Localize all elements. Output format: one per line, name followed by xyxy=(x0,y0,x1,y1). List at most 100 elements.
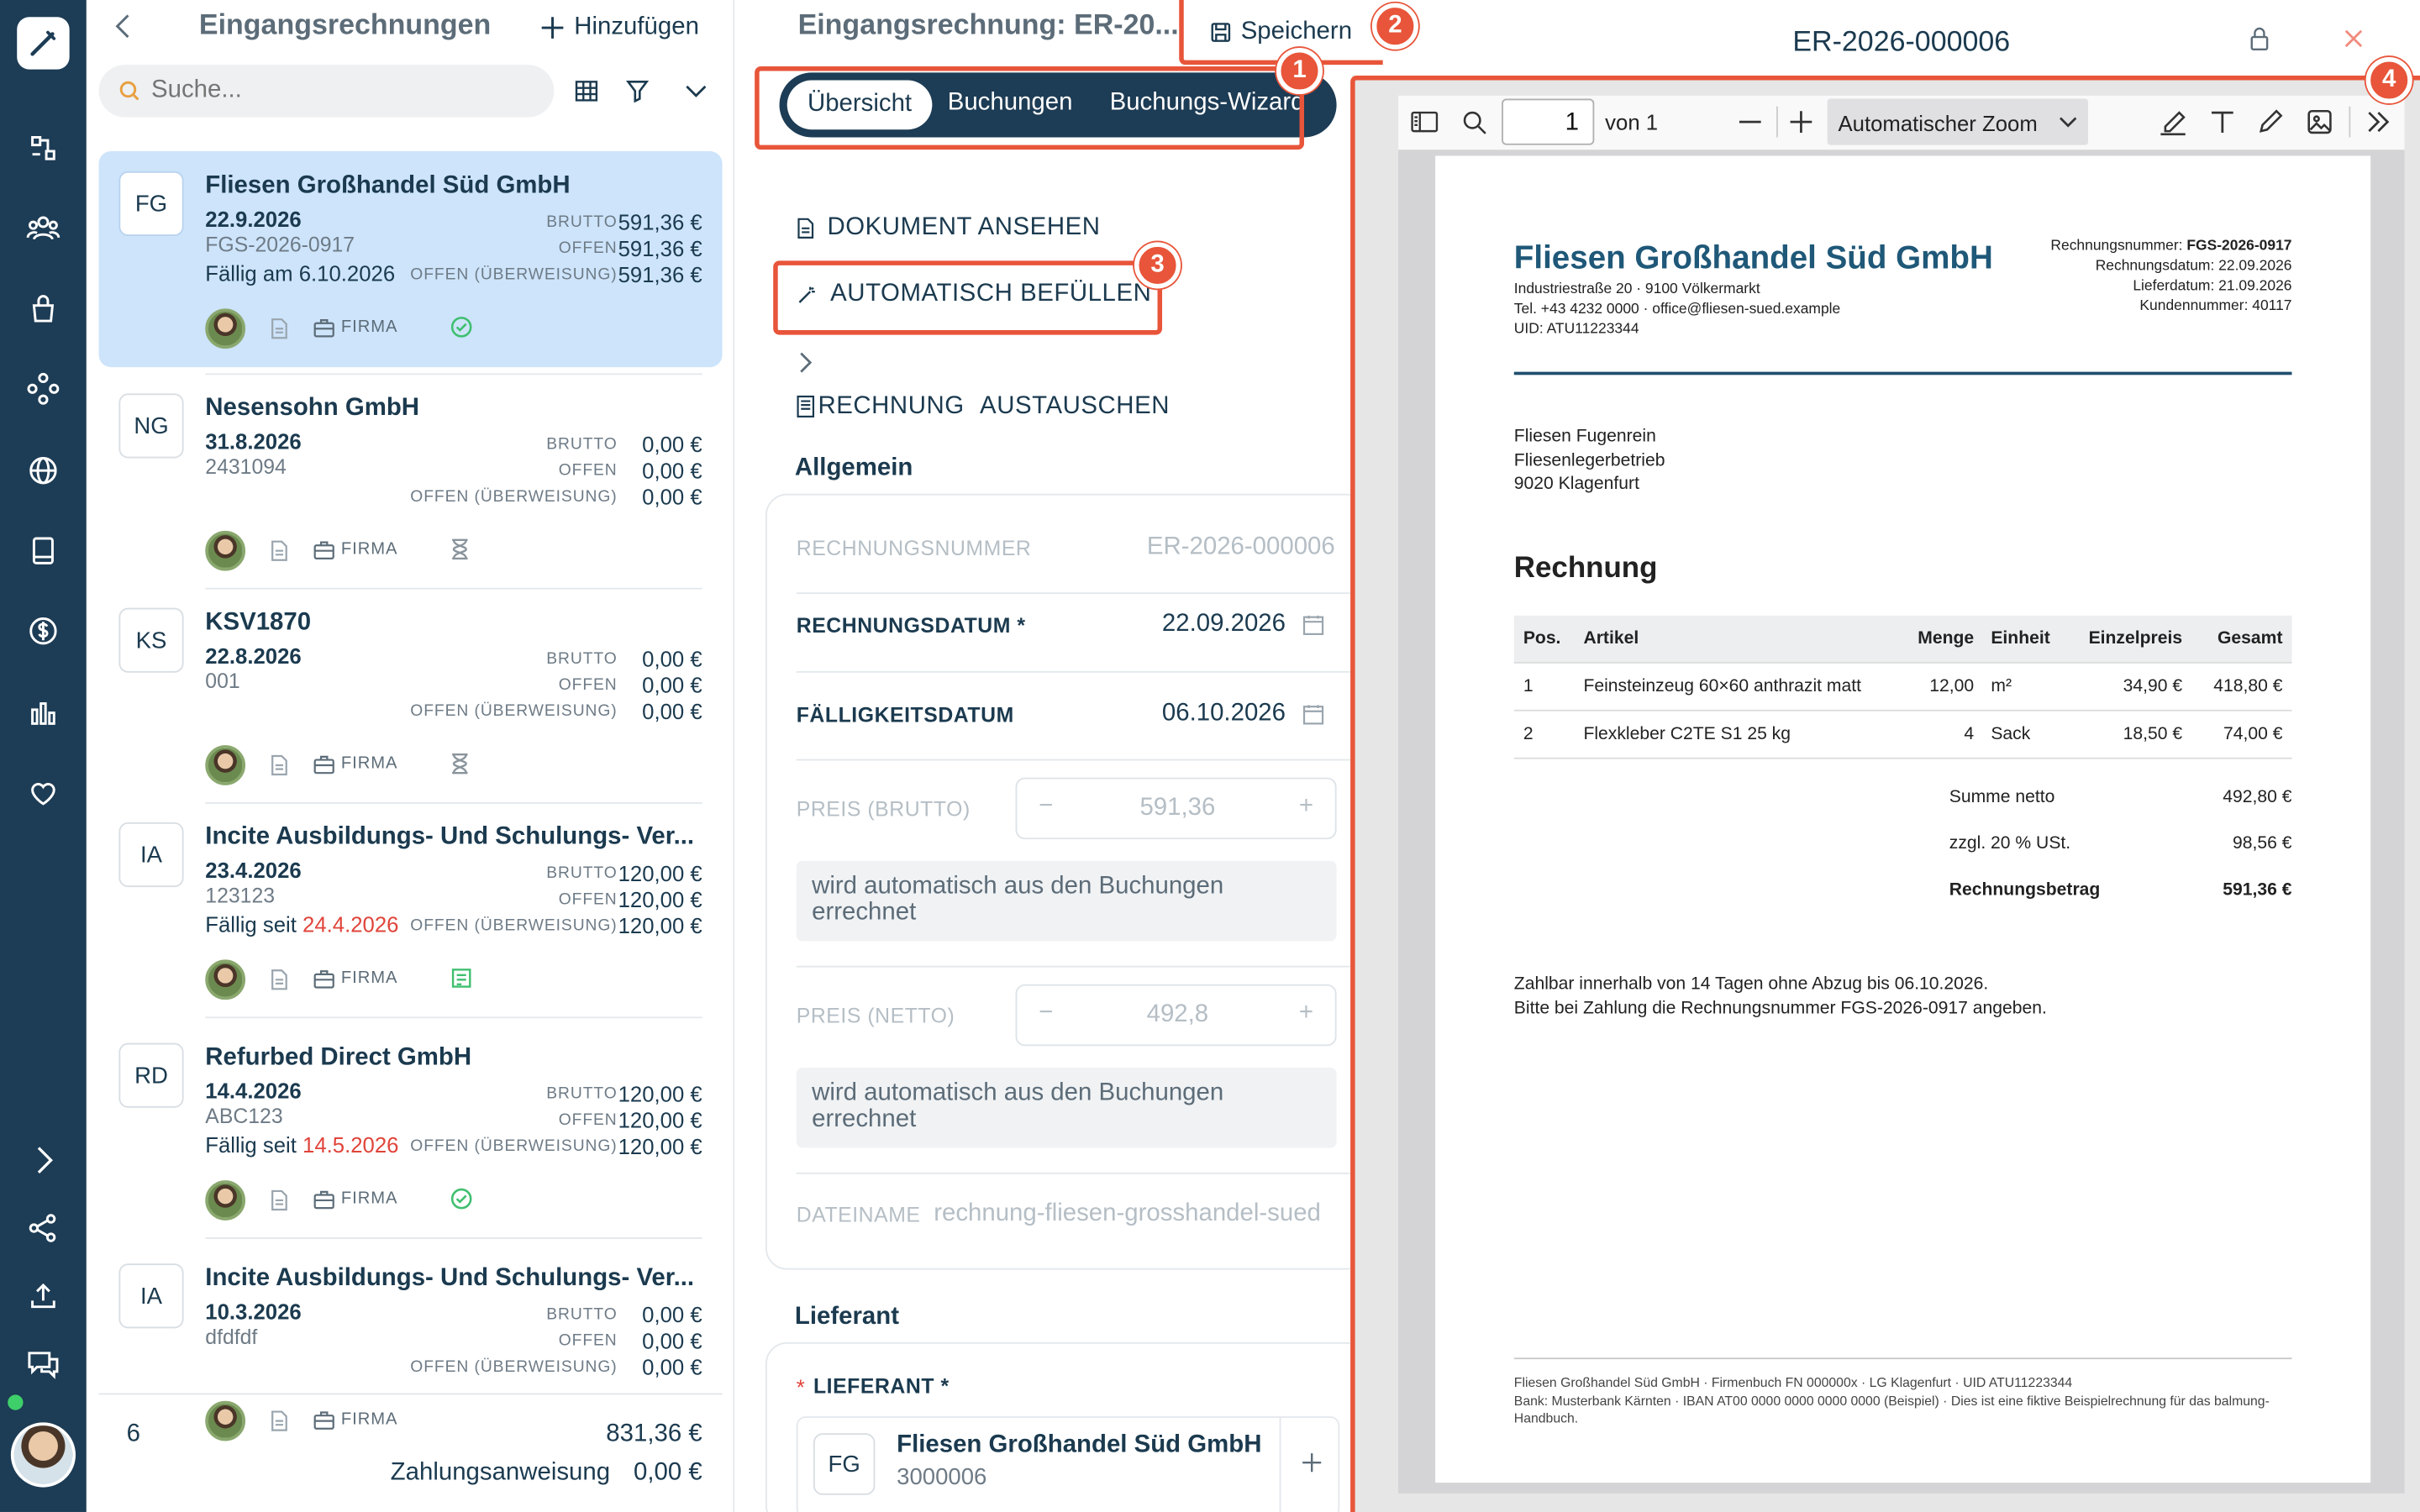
plus-icon: + xyxy=(1298,1000,1314,1026)
due-prefix: Fällig seit xyxy=(205,1132,303,1158)
add-supplier-icon[interactable] xyxy=(1301,1452,1323,1473)
replace-label-2: AUSTAUSCHEN xyxy=(980,393,1171,420)
briefcase-icon xyxy=(313,970,334,989)
expand-icon[interactable] xyxy=(22,1138,65,1181)
amount-ueberweisung: 0,00 € xyxy=(642,699,702,724)
amount-brutto: 0,00 € xyxy=(642,646,702,671)
add-invoice-button[interactable]: Hinzufügen xyxy=(540,11,699,45)
amount-label-offen: OFFEN xyxy=(558,1110,618,1130)
invoice-card[interactable]: RD Refurbed Direct GmbH 14.4.2026 ABC123 Fäl… xyxy=(99,1023,723,1239)
invoice-number: FGS-2026-0917 xyxy=(205,233,355,256)
dollar-icon[interactable] xyxy=(22,609,65,652)
user-avatar[interactable] xyxy=(10,1422,76,1488)
invoice-date: 22.8.2026 xyxy=(205,643,302,669)
invoice-number: ABC123 xyxy=(205,1105,283,1128)
due-date-input[interactable]: 06.10.2026 xyxy=(1162,701,1286,728)
category-tag: FIRMA xyxy=(340,754,398,774)
modules-icon[interactable] xyxy=(22,367,65,410)
supplier-number: 3000006 xyxy=(897,1464,987,1491)
search-field[interactable] xyxy=(98,65,555,118)
amount-label-offen: OFFEN xyxy=(558,239,618,258)
category-tag: FIRMA xyxy=(340,1189,398,1209)
company-monogram: IA xyxy=(118,1263,184,1329)
upload-icon[interactable] xyxy=(22,1274,65,1317)
invoice-date-input[interactable]: 22.09.2026 xyxy=(1162,611,1286,638)
close-icon[interactable] xyxy=(2343,28,2365,50)
divider xyxy=(796,965,1366,968)
due-info: Fällig seit 14.5.2026 xyxy=(205,1132,398,1157)
replace-invoice-button[interactable]: RECHNUNG AUSTAUSCHEN xyxy=(797,392,1170,423)
total-amount: 831,36 € xyxy=(606,1420,702,1447)
annotation-badge-3: 3 xyxy=(1134,242,1181,289)
share-icon[interactable] xyxy=(22,1206,65,1249)
amount-brutto: 591,36 € xyxy=(618,209,702,235)
view-document-label: DOKUMENT ANSEHEN xyxy=(827,214,1101,241)
invoice-number-value: ER-2026-000006 xyxy=(1146,533,1335,560)
invoice-card[interactable]: FG Fliesen Großhandel Süd GmbH 22.9.2026 FG… xyxy=(98,150,723,368)
hourglass-icon xyxy=(450,538,469,560)
calendar-icon[interactable] xyxy=(1302,704,1324,726)
app-logo[interactable] xyxy=(17,17,70,70)
annotation-frame-4 xyxy=(1350,75,2420,1512)
book-icon[interactable] xyxy=(22,529,65,572)
invoice-date: 14.4.2026 xyxy=(205,1078,302,1104)
amount-offen: 0,00 € xyxy=(642,1328,702,1353)
invoice-number: 2431094 xyxy=(205,454,287,479)
globe-icon[interactable] xyxy=(22,449,65,491)
filter-icon[interactable] xyxy=(625,79,650,103)
bag-icon[interactable] xyxy=(22,287,65,330)
amount-label-ueberweisung: OFFEN (ÜBERWEISUNG) xyxy=(410,487,618,507)
divider xyxy=(796,1172,1366,1174)
company-name: Fliesen Großhandel Süd GmbH xyxy=(205,172,571,199)
amount-label-ueberweisung: OFFEN (ÜBERWEISUNG) xyxy=(410,701,618,721)
invoice-date: 23.4.2026 xyxy=(205,858,302,883)
amount-ueberweisung: 591,36 € xyxy=(618,262,702,287)
amount-label-ueberweisung: OFFEN (ÜBERWEISUNG) xyxy=(410,916,618,936)
online-indicator xyxy=(8,1394,24,1410)
net-price-stepper: − 492,8 + xyxy=(1015,984,1337,1047)
category-tag: FIRMA xyxy=(340,539,398,559)
company-monogram: IA xyxy=(118,822,184,888)
invoice-card[interactable]: NG Nesensohn GmbH 31.8.2026 2431094 BRUTTO 0,… xyxy=(99,373,723,589)
document-icon xyxy=(271,1410,287,1431)
back-icon[interactable] xyxy=(111,13,135,40)
flow-icon[interactable] xyxy=(22,127,65,170)
card-footer: FIRMA xyxy=(205,530,699,571)
card-footer: FIRMA xyxy=(205,959,699,1000)
chevron-down-icon[interactable] xyxy=(684,81,708,102)
chat-icon[interactable] xyxy=(22,1342,65,1385)
card-footer: FIRMA xyxy=(205,308,699,349)
company-name: KSV1870 xyxy=(205,609,312,636)
supplier-selector[interactable]: FG Fliesen Großhandel Süd GmbH 3000006 xyxy=(796,1416,1340,1512)
company-name: Nesensohn GmbH xyxy=(205,395,420,422)
search-input[interactable] xyxy=(150,75,522,107)
list-title: Eingangsrechnungen xyxy=(198,8,492,40)
net-price-label: PREIS (NETTO) xyxy=(796,1004,955,1028)
net-price-value: 492,8 xyxy=(1146,1001,1209,1028)
lock-icon[interactable] xyxy=(2249,26,2270,50)
invoice-number: 001 xyxy=(205,669,240,693)
amount-label-offen: OFFEN xyxy=(558,461,618,480)
card-footer: FIRMA xyxy=(205,745,699,785)
amount-brutto: 0,00 € xyxy=(642,1302,702,1327)
invoice-card[interactable]: IA Incite Ausbildungs- Und Schulungs- Ver… xyxy=(99,802,723,1018)
view-document-button[interactable]: DOKUMENT ANSEHEN xyxy=(797,213,1101,244)
calendar-icon[interactable] xyxy=(1302,614,1324,636)
amount-brutto: 120,00 € xyxy=(618,860,702,886)
annotation-badge-2: 2 xyxy=(1371,3,1418,50)
card-divider xyxy=(205,1016,702,1019)
payment-label: Zahlungsanweisung xyxy=(390,1459,611,1486)
heart-icon[interactable] xyxy=(22,771,65,814)
users-icon[interactable] xyxy=(22,207,65,249)
company-monogram: RD xyxy=(118,1042,184,1108)
category-tag: FIRMA xyxy=(340,318,398,337)
annotation-badge-4: 4 xyxy=(2365,56,2412,104)
table-view-icon[interactable] xyxy=(574,79,598,103)
document-icon xyxy=(797,218,814,239)
due-info: Fällig seit 24.4.2026 xyxy=(205,911,398,936)
invoice-date: 22.9.2026 xyxy=(205,207,302,232)
chevron-right-icon[interactable] xyxy=(797,350,815,375)
invoice-card[interactable]: KS KSV1870 22.8.2026 001 BRUTTO 0,00 € OFFEN 0,… xyxy=(99,588,723,804)
supplier-label: LIEFERANT * xyxy=(813,1374,950,1399)
stats-icon[interactable] xyxy=(22,691,65,734)
